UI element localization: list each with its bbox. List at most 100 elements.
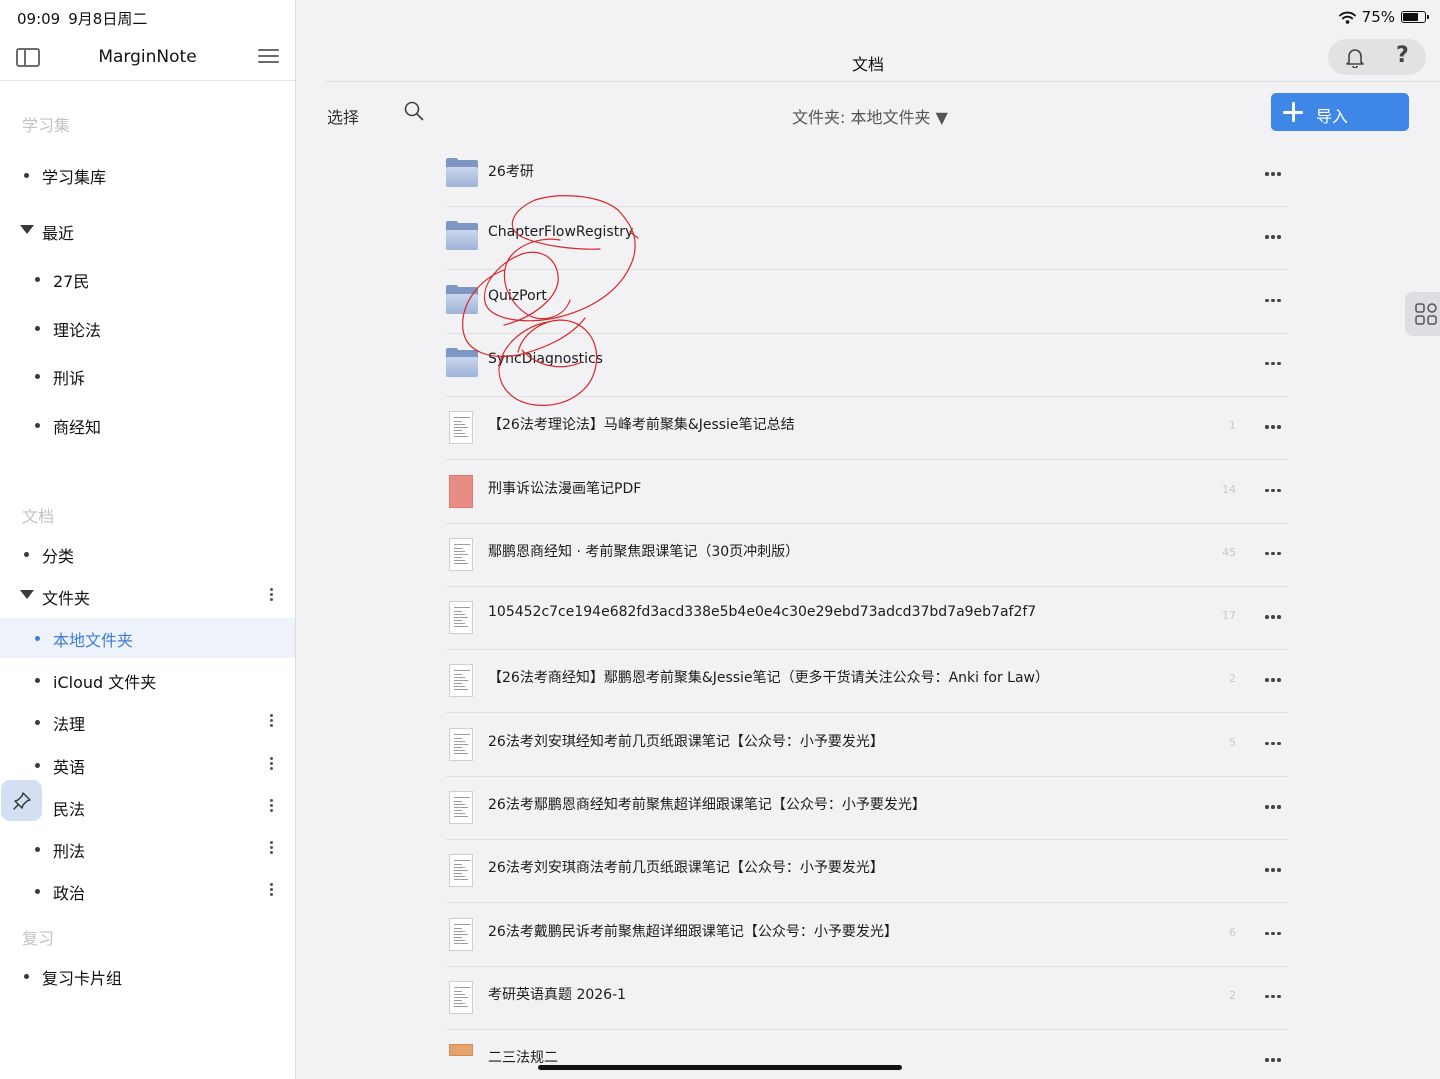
more-options-icon[interactable] [1265,235,1281,239]
sidebar-header: MarginNote [0,36,295,81]
more-options-icon[interactable] [270,757,273,771]
sidebar-item-label: 刑法 [53,842,86,861]
document-row[interactable]: 105452c7ce194e682fd3acd338e5b4e0e4c30e29… [446,587,1288,651]
pin-button[interactable] [1,780,42,821]
more-options-icon[interactable] [270,799,273,813]
select-button[interactable]: 选择 [327,104,359,128]
row-title: 105452c7ce194e682fd3acd338e5b4e0e4c30e29… [488,604,1037,621]
import-button[interactable]: 导入 [1271,93,1409,131]
folder-row[interactable]: SyncDiagnostics [446,334,1288,397]
sidebar-item-recent-27min[interactable]: 27民 [0,259,295,299]
bullet-icon [35,326,40,331]
more-options-icon[interactable] [1265,488,1281,493]
document-row[interactable]: 【26法考商经知】鄢鹏恩考前聚集&Jessie笔记（更多干货请关注公众号：Ank… [446,650,1288,714]
grid-icon [1415,303,1437,325]
document-row[interactable]: 考研英语真题 2026-1 2 [446,967,1288,1030]
sidebar-item-recent-criminal-procedure[interactable]: 刑诉 [0,356,295,396]
document-thumbnail-icon [449,917,473,951]
import-button-label: 导入 [1316,107,1349,126]
document-row[interactable]: 26法考刘安琪经知考前几页纸跟课笔记【公众号：小予要发光】 5 [446,714,1288,777]
document-row[interactable]: 26法考戴鹏民诉考前聚焦超详细跟课笔记【公众号：小予要发光】 6 [446,904,1288,967]
more-options-icon[interactable] [1265,678,1281,682]
document-row[interactable]: 鄢鹏恩商经知 · 考前聚焦跟课笔记（30页冲刺版） 45 [446,524,1288,587]
sidebar-item-categories[interactable]: 分类 [0,534,295,574]
document-thumbnail-icon [449,980,473,1014]
sidebar-item-review-decks[interactable]: 复习卡片组 [0,956,295,996]
bullet-icon [24,552,29,557]
row-title: 26法考刘安琪商法考前几页纸跟课笔记【公众号：小予要发光】 [488,860,884,877]
disclosure-triangle-icon[interactable] [20,590,34,599]
more-options-icon[interactable] [1265,994,1281,999]
sidebar-item-study-library[interactable]: 学习集库 [0,155,295,195]
document-thumbnail-icon [449,411,473,445]
more-options-icon[interactable] [1265,361,1281,366]
sidebar-item-folder-politics[interactable]: 政治 [0,871,295,911]
document-row[interactable]: 二三法规二 [446,1030,1288,1079]
page-count: 14 [1222,482,1236,496]
sidebar: 09:09 9月8日周二 MarginNote 学习集 学习集库 最近 27民 理… [0,0,296,1079]
section-title-study: 学习集 [22,116,71,135]
side-panel-tab[interactable] [1405,292,1440,336]
bullet-icon [35,277,40,282]
help-icon[interactable]: ? [1396,43,1409,68]
page-count: 2 [1229,672,1236,686]
sidebar-item-folders[interactable]: 文件夹 [0,576,295,616]
document-thumbnail-icon [449,1044,473,1057]
more-options-icon[interactable] [270,588,273,602]
hamburger-menu-icon[interactable] [258,49,279,64]
document-thumbnail-icon [449,474,473,508]
more-options-icon[interactable] [1265,551,1281,556]
document-row[interactable]: 【26法考理论法】马峰考前聚集&Jessie笔记总结 1 [446,397,1288,461]
sidebar-item-folder-criminal-law[interactable]: 刑法 [0,829,295,869]
bullet-icon [35,636,40,641]
top-right-actions: ? [1328,39,1426,75]
folder-row[interactable]: QuizPort [446,271,1288,334]
document-row[interactable]: 刑事诉讼法漫画笔记PDF 14 [446,461,1288,524]
folder-icon [446,221,478,251]
more-options-icon[interactable] [1265,298,1281,303]
sidebar-item-folder-english[interactable]: 英语 [0,745,295,785]
more-options-icon[interactable] [1265,931,1281,936]
sidebar-item-icloud-folder[interactable]: iCloud 文件夹 [0,660,295,700]
sidebar-item-label: 英语 [53,758,86,777]
bell-icon[interactable] [1344,46,1366,68]
row-title: 26考研 [488,164,534,180]
bullet-icon [35,374,40,379]
more-options-icon[interactable] [270,841,273,855]
folder-row[interactable]: ChapterFlowRegistry [446,207,1288,271]
more-options-icon[interactable] [1265,805,1281,809]
more-options-icon[interactable] [1265,1058,1281,1062]
sidebar-item-label: iCloud 文件夹 [53,673,157,692]
more-options-icon[interactable] [1265,615,1281,619]
more-options-icon[interactable] [1265,868,1281,872]
bullet-icon [35,847,40,852]
more-options-icon[interactable] [270,714,273,728]
sidebar-item-recent-theory[interactable]: 理论法 [0,308,295,348]
row-title: QuizPort [488,287,547,304]
sidebar-item-label: 民法 [53,800,86,819]
row-title: 刑事诉讼法漫画笔记PDF [488,480,642,497]
search-icon[interactable] [404,101,424,121]
row-title: ChapterFlowRegistry [488,224,634,241]
folder-row[interactable]: 26考研 [446,144,1288,207]
folder-selector[interactable]: 文件夹: 本地文件夹 ▼ [792,104,948,128]
document-thumbnail-icon [449,791,473,824]
sidebar-item-local-folder[interactable]: 本地文件夹 [0,618,295,658]
row-title: 【26法考理论法】马峰考前聚集&Jessie笔记总结 [488,417,795,434]
sidebar-item-label: 学习集库 [42,168,107,187]
more-options-icon[interactable] [1265,172,1281,176]
disclosure-triangle-icon[interactable] [20,225,34,234]
page-count: 17 [1222,609,1236,623]
status-date: 9月8日周二 [68,10,148,28]
more-options-icon[interactable] [1265,425,1281,429]
more-options-icon[interactable] [1265,741,1281,746]
row-title: 考研英语真题 2026-1 [488,986,627,1003]
sidebar-item-folder-civil-law[interactable]: 民法 [0,787,295,827]
more-options-icon[interactable] [270,883,273,897]
sidebar-item-recent-commercial[interactable]: 商经知 [0,405,295,445]
sidebar-item-folder-jurisprudence[interactable]: 法理 [0,702,295,742]
document-row[interactable]: 26法考鄢鹏恩商经知考前聚焦超详细跟课笔记【公众号：小予要发光】 [446,777,1288,840]
sidebar-item-recent[interactable]: 最近 [0,211,295,251]
document-row[interactable]: 26法考刘安琪商法考前几页纸跟课笔记【公众号：小予要发光】 [446,840,1288,904]
page-count: 2 [1229,988,1236,1002]
